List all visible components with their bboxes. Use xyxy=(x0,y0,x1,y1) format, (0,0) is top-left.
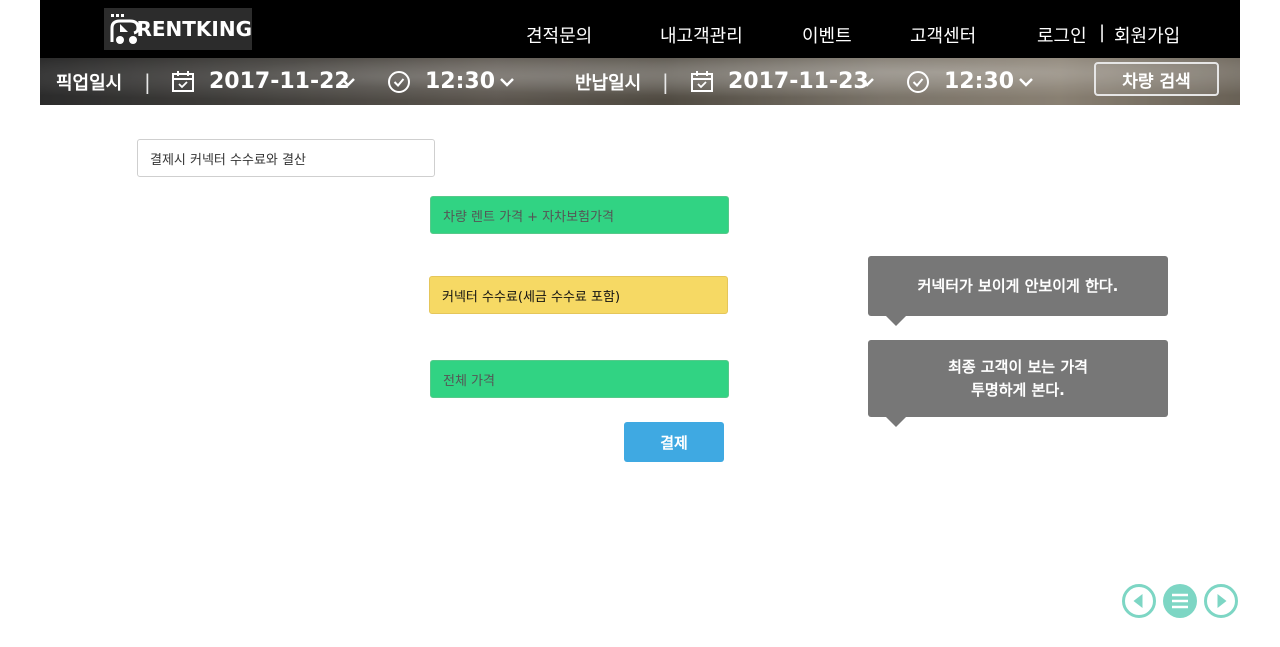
connector-fee-field[interactable]: 커넥터 수수료(세금 수수료 포함) xyxy=(429,276,728,314)
return-separator: | xyxy=(662,69,669,94)
tooltip-text-line2: 투명하게 본다. xyxy=(971,380,1065,399)
tooltip-text-line1: 최종 고객이 보는 가격 xyxy=(948,357,1088,376)
car-logo-icon xyxy=(104,8,140,50)
nav-quote-inquiry[interactable]: 견적문의 xyxy=(526,22,592,48)
next-icon[interactable] xyxy=(1204,584,1238,618)
tooltip-final-price: 최종 고객이 보는 가격 투명하게 본다. xyxy=(868,340,1168,427)
nav-signup[interactable]: 회원가입 xyxy=(1114,22,1180,48)
car-search-button[interactable]: 차량 검색 xyxy=(1094,62,1219,96)
return-label: 반납일시 xyxy=(575,72,642,94)
settlement-title-box: 결제시 커넥터 수수료와 결산 xyxy=(137,139,435,177)
prev-icon[interactable] xyxy=(1122,584,1156,618)
pickup-separator: | xyxy=(144,69,151,94)
nav-login[interactable]: 로그인 xyxy=(1037,22,1087,48)
nav-event[interactable]: 이벤트 xyxy=(802,22,852,48)
pickup-calendar-icon[interactable] xyxy=(170,58,196,105)
tooltip-text: 커넥터가 보이게 안보이게 한다. xyxy=(917,276,1119,295)
pickup-date-chevron-down-icon[interactable] xyxy=(338,58,358,105)
pay-button[interactable]: 결제 xyxy=(624,422,724,462)
rental-search-bar: 픽업일시 | 2017-11-22 12:30 반납일시 | 2017-11-2… xyxy=(40,58,1240,105)
pickup-date[interactable]: 2017-11-22 xyxy=(209,58,350,105)
nav-customer-management[interactable]: 내고객관리 xyxy=(660,22,743,48)
return-time[interactable]: 12:30 xyxy=(944,58,1014,105)
pickup-time[interactable]: 12:30 xyxy=(425,58,495,105)
return-date[interactable]: 2017-11-23 xyxy=(728,58,869,105)
logo-text: RENTKING xyxy=(136,17,252,41)
nav-separator: | xyxy=(1099,22,1106,43)
menu-icon[interactable] xyxy=(1163,584,1197,618)
return-date-chevron-down-icon[interactable] xyxy=(857,58,877,105)
rentking-logo[interactable]: RENTKING xyxy=(104,8,252,50)
return-calendar-icon[interactable] xyxy=(689,58,715,105)
tooltip-connector-visibility: 커넥터가 보이게 안보이게 한다. xyxy=(868,256,1168,326)
return-time-chevron-down-icon[interactable] xyxy=(1016,58,1036,105)
pickup-label: 픽업일시 xyxy=(56,72,123,94)
pickup-time-chevron-down-icon[interactable] xyxy=(497,58,517,105)
top-header: RENTKING 견적문의 내고객관리 이벤트 고객센터 로그인 | 회원가입 xyxy=(40,0,1240,58)
return-clock-icon[interactable] xyxy=(905,58,931,105)
total-price-field[interactable]: 전체 가격 xyxy=(430,360,729,398)
pickup-clock-icon[interactable] xyxy=(386,58,412,105)
rent-price-field[interactable]: 차량 렌트 가격 + 자차보험가격 xyxy=(430,196,729,234)
nav-customer-center[interactable]: 고객센터 xyxy=(910,22,976,48)
